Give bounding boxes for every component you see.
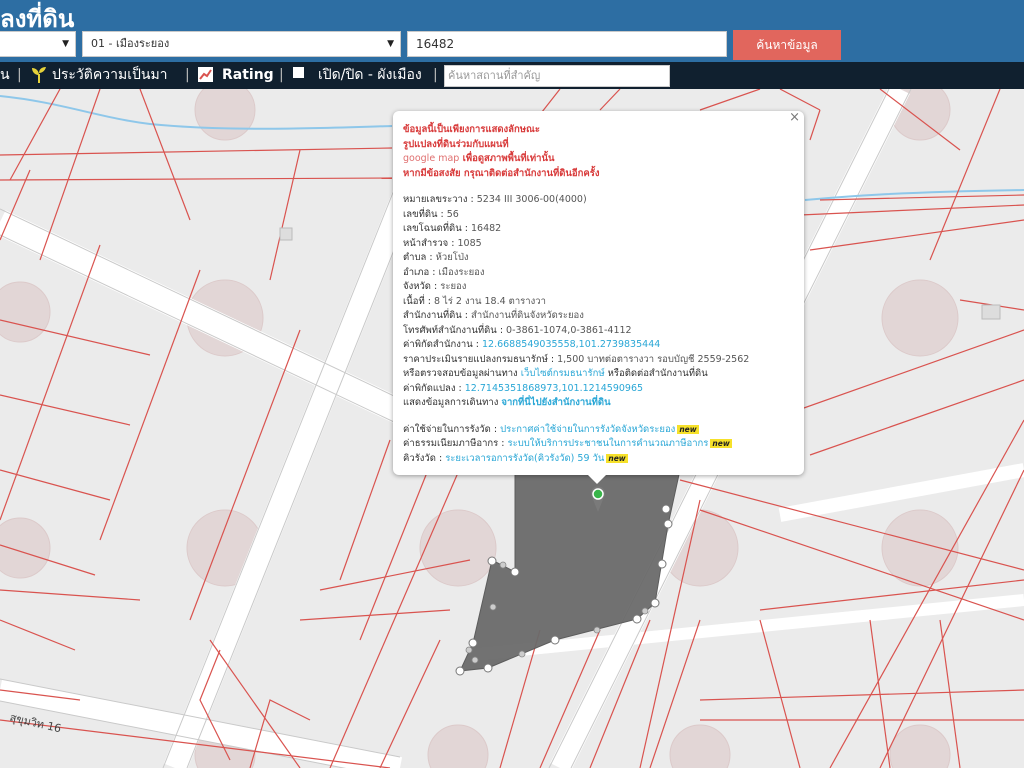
popup-tail	[588, 475, 606, 484]
toolbar-separator: |	[17, 67, 22, 83]
info-label: ราคาประเมินรายแปลงกรมธนารักษ์	[403, 353, 548, 365]
route-link[interactable]: จากที่นี่ไปยังสำนักงานที่ดิน	[501, 397, 610, 408]
disclaimer-line-3: google map เพื่อดูสภาพพื้นที่เท่านั้น	[403, 152, 795, 167]
info-value: เมืองระยอง	[438, 266, 485, 278]
chevron-down-icon: ▼	[62, 39, 69, 49]
info-row: หน้าสำรวจ : 1085	[403, 237, 482, 249]
info-row: โทรศัพท์สำนักงานที่ดิน : 0-3861-1074,0-3…	[403, 324, 632, 336]
deed-number-input[interactable]: 16482	[407, 31, 727, 57]
info-label: โทรศัพท์สำนักงานที่ดิน	[403, 324, 497, 336]
toggle-cityplan-label: เปิด/ปิด - ผังเมือง	[318, 67, 422, 83]
district-select[interactable]: 01 - เมืองระยอง ▼	[82, 31, 401, 57]
info-value: 1,500 บาทต่อตารางวา รอบบัญชี 2559-2562	[557, 353, 750, 365]
info-value: 1085	[457, 237, 482, 249]
info-row: หมายเลขระวาง : 5234 III 3006-00(4000)	[403, 194, 587, 205]
verify-row: หรือตรวจสอบข้อมูลผ่านทาง เว็บไซต์กรมธนาร…	[403, 367, 795, 382]
disclaimer-line-4: หากมีข้อสงสัย กรุณาติดต่อสำนักงานที่ดินอ…	[403, 167, 600, 179]
parcel-info-popup: × ข้อมูลนี้เป็นเพียงการแสดงลักษณะ รูปแปล…	[393, 110, 804, 484]
info-value: 8 ไร่ 2 งาน 18.4 ตารางวา	[433, 295, 546, 307]
google-map-text: google map	[403, 153, 460, 164]
info-row: เนื้อที่ : 8 ไร่ 2 งาน 18.4 ตารางวา	[403, 295, 546, 307]
info-row: สำนักงานที่ดิน : สำนักงานที่ดินจังหวัดระ…	[403, 310, 584, 321]
info-label: เนื้อที่	[403, 295, 425, 307]
sprout-icon	[30, 64, 48, 89]
tax-row: ค่าธรรมเนียมภาษีอากร : ระบบให้บริการประช…	[403, 438, 732, 449]
treasury-website-link[interactable]: เว็บไซต์กรมธนารักษ์	[521, 368, 605, 379]
chevron-down-icon: ▼	[387, 39, 394, 49]
price-row: ราคาประเมินรายแปลงกรมธนารักษ์ : 1,500 บา…	[403, 353, 750, 365]
new-badge: new	[710, 439, 732, 448]
info-value: สำนักงานที่ดินจังหวัดระยอง	[471, 310, 584, 321]
new-badge: new	[677, 424, 699, 434]
info-label: ค่าใช้จ่ายในการรังวัด	[403, 423, 491, 435]
district-value: 01 - เมืองระยอง	[91, 37, 170, 50]
info-value: 56	[446, 208, 459, 220]
rating-chart-icon	[198, 67, 213, 87]
history-link[interactable]: ประวัติความเป็นมา	[52, 66, 168, 84]
info-label: คิวรังวัด	[403, 452, 436, 464]
new-badge: new	[606, 453, 628, 463]
info-label: ค่าพิกัดแปลง	[403, 382, 456, 394]
fee-row: ค่าใช้จ่ายในการรังวัด : ประกาศค่าใช้จ่าย…	[403, 423, 699, 435]
info-label: อำเภอ	[403, 266, 430, 278]
info-row: เลขที่ดิน : 56	[403, 208, 459, 220]
province-select[interactable]: ▼	[0, 31, 76, 57]
toolbar-separator: |	[185, 67, 190, 83]
deed-number-value: 16482	[416, 37, 455, 51]
info-label: ตำบล	[403, 252, 427, 263]
toolbar-item-1[interactable]: น	[0, 66, 10, 84]
info-label: สำนักงานที่ดิน	[403, 310, 462, 321]
info-row: จังหวัด : ระยอง	[403, 281, 467, 292]
info-value: 16482	[470, 223, 502, 234]
queue-link[interactable]: ระยะเวลารอการรังวัด(คิวรังวัด) 59 วัน	[445, 453, 604, 464]
info-label: หน้าสำรวจ	[403, 237, 449, 249]
info-value: ห้วยโป่ง	[435, 252, 469, 263]
disclaimer-line-2: รูปแปลงที่ดินร่วมกับแผนที่	[403, 138, 509, 150]
info-value: ระยอง	[440, 281, 467, 292]
info-label: ค่าพิกัดสำนักงาน	[403, 339, 473, 350]
toolbar-separator: |	[279, 67, 284, 83]
info-label: เลขโฉนดที่ดิน	[403, 223, 462, 234]
toolbar-separator: |	[433, 67, 438, 83]
info-label: แสดงข้อมูลการเดินทาง	[403, 397, 499, 408]
verify-suffix: หรือติดต่อสำนักงานที่ดิน	[607, 368, 708, 379]
office-coord-link[interactable]: 12.6688549035558,101.2739835444	[482, 339, 660, 350]
disclaimer-line-1: ข้อมูลนี้เป็นเพียงการแสดงลักษณะ	[403, 124, 540, 135]
info-label: จังหวัด	[403, 281, 431, 292]
disclaimer-line-3-rest: เพื่อดูสภาพพื้นที่เท่านั้น	[459, 153, 555, 164]
office-coord-row: ค่าพิกัดสำนักงาน : 12.6688549035558,101.…	[403, 339, 661, 350]
info-label: เลขที่ดิน	[403, 208, 438, 220]
queue-row: คิวรังวัด : ระยะเวลารอการรังวัด(คิวรังวั…	[403, 452, 628, 464]
info-value: 5234 III 3006-00(4000)	[476, 194, 587, 205]
search-button[interactable]: ค้นหาข้อมูล	[733, 30, 841, 60]
route-row: แสดงข้อมูลการเดินทาง จากที่นี่ไปยังสำนัก…	[403, 396, 795, 411]
cityplan-toggle-checkbox[interactable]	[293, 67, 304, 78]
verify-text: หรือตรวจสอบข้อมูลผ่านทาง	[403, 368, 518, 379]
info-row: ตำบล : ห้วยโป่ง	[403, 252, 469, 263]
info-value: 0-3861-1074,0-3861-4112	[506, 324, 632, 336]
fee-link[interactable]: ประกาศค่าใช้จ่ายในการรังวัดจังหวัดระยอง	[500, 424, 675, 435]
info-row: อำเภอ : เมืองระยอง	[403, 266, 485, 278]
info-label: หมายเลขระวาง	[403, 194, 468, 205]
parcel-coord-link[interactable]: 12.7145351868973,101.1214590965	[465, 383, 643, 394]
parcel-coord-row: ค่าพิกัดแปลง : 12.7145351868973,101.1214…	[403, 382, 644, 394]
rating-link[interactable]: Rating	[222, 66, 274, 84]
info-row: เลขโฉนดที่ดิน : 16482	[403, 223, 502, 234]
info-label: ค่าธรรมเนียมภาษีอากร	[403, 438, 499, 449]
place-search-input[interactable]: ค้นหาสถานที่สำคัญ	[444, 65, 670, 87]
tax-link[interactable]: ระบบให้บริการประชาชนในการคำนวณภาษีอากร	[508, 438, 709, 449]
